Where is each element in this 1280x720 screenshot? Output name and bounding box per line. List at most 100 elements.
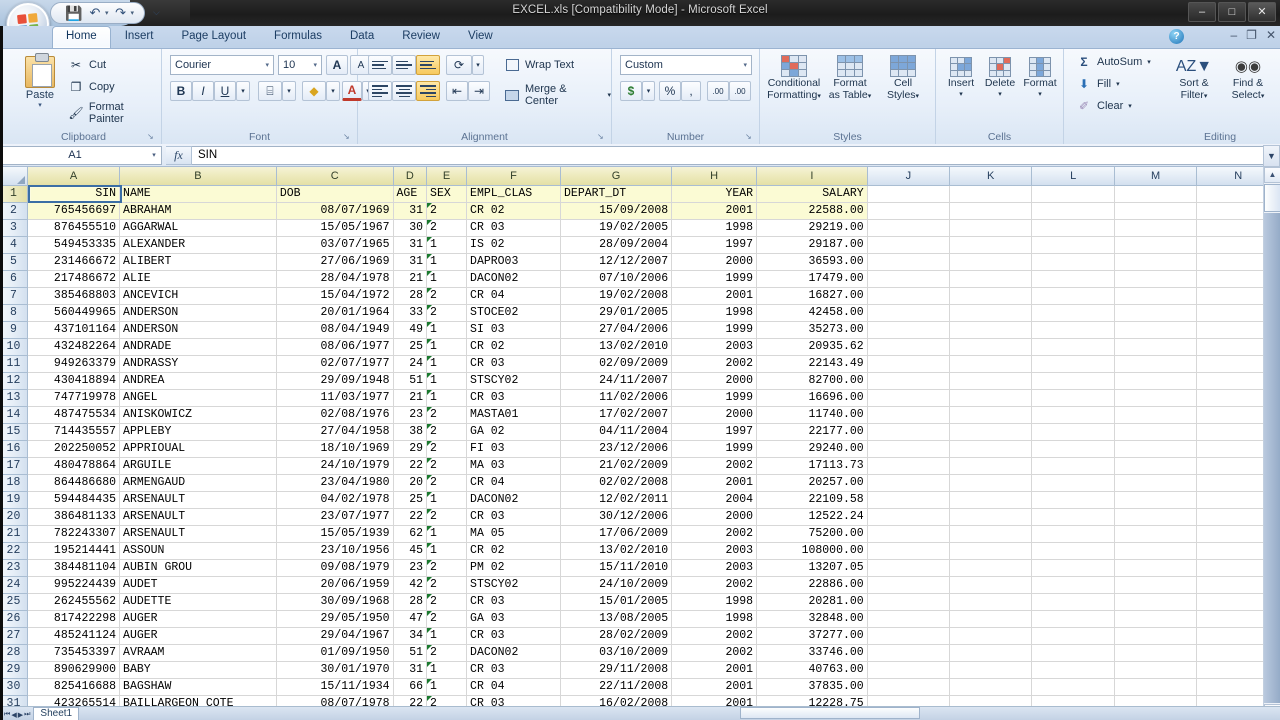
cell-salary-7[interactable]: 16827.00 [756,287,868,305]
row-header-5[interactable]: 5 [0,253,28,271]
cell-age-11[interactable]: 24 [393,355,428,373]
cell-L[interactable] [1031,440,1115,458]
cell-M[interactable] [1114,270,1198,288]
currency-button[interactable]: $ [620,81,642,101]
cell-empl-6[interactable]: DACON02 [466,270,562,288]
cell-L[interactable] [1031,542,1115,560]
cell-salary-24[interactable]: 22886.00 [756,576,868,594]
orientation-dropdown-icon[interactable]: ▾ [472,55,484,75]
cell-J[interactable] [867,542,951,560]
cell-L[interactable] [1031,559,1115,577]
cell-K[interactable] [949,219,1033,237]
row-header-18[interactable]: 18 [0,474,28,492]
cell-sin-29[interactable]: 890629900 [27,661,121,679]
cell-sin-13[interactable]: 747719978 [27,389,121,407]
cell-sex-23[interactable]: 2 [426,559,468,577]
cell-M[interactable] [1114,219,1198,237]
cell-empl-4[interactable]: IS 02 [466,236,562,254]
cell-sex-15[interactable]: 2 [426,423,468,441]
row-header-12[interactable]: 12 [0,372,28,390]
cell-sex-24[interactable]: 2 [426,576,468,594]
cell-J[interactable] [867,270,951,288]
tab-formulas[interactable]: Formulas [260,26,336,48]
cell-J[interactable] [867,457,951,475]
cell-depart-29[interactable]: 29/11/2008 [560,661,673,679]
cell-name-14[interactable]: ANISKOWICZ [119,406,277,424]
cell-M[interactable] [1114,440,1198,458]
cell-dob-6[interactable]: 28/04/1978 [276,270,394,288]
cell-empl-26[interactable]: GA 03 [466,610,562,628]
cell-L[interactable] [1031,491,1115,509]
cell-year-22[interactable]: 2003 [671,542,758,560]
cell-sex-6[interactable]: 1 [426,270,468,288]
cell-age-7[interactable]: 28 [393,287,428,305]
cell-L[interactable] [1031,304,1115,322]
cell-depart-27[interactable]: 28/02/2009 [560,627,673,645]
cell-age-15[interactable]: 38 [393,423,428,441]
cell-salary-9[interactable]: 35273.00 [756,321,868,339]
cell-depart-13[interactable]: 11/02/2006 [560,389,673,407]
column-header-f[interactable]: F [466,167,562,186]
column-header-c[interactable]: C [276,167,394,186]
header-cell-I1[interactable]: SALARY [756,185,868,203]
maximize-button[interactable]: □ [1218,2,1246,22]
cell-depart-30[interactable]: 22/11/2008 [560,678,673,696]
cell-salary-25[interactable]: 20281.00 [756,593,868,611]
undo-dropdown-icon[interactable]: ▾ [105,9,109,17]
cell-year-21[interactable]: 2002 [671,525,758,543]
cell-depart-7[interactable]: 19/02/2008 [560,287,673,305]
cell-age-13[interactable]: 21 [393,389,428,407]
font-size-combo[interactable]: 10 ▾ [278,55,322,75]
cell-year-18[interactable]: 2001 [671,474,758,492]
cell-K[interactable] [949,627,1033,645]
row-header-27[interactable]: 27 [0,627,28,645]
cell-dob-24[interactable]: 20/06/1959 [276,576,394,594]
cell-sin-4[interactable]: 549453335 [27,236,121,254]
cell-K[interactable] [949,287,1033,305]
cell-dob-11[interactable]: 02/07/1977 [276,355,394,373]
column-header-j[interactable]: J [867,167,951,186]
cell-K[interactable] [949,678,1033,696]
insert-cells-dropdown-icon[interactable]: ▾ [942,89,980,101]
cell-K[interactable] [949,491,1033,509]
cell-age-3[interactable]: 30 [393,219,428,237]
customize-qat-icon[interactable]: ⌵ [153,7,160,18]
cell-L[interactable] [1031,185,1115,203]
sheet-tab-sheet1[interactable]: Sheet1 [33,707,80,720]
cell-K[interactable] [949,440,1033,458]
cell-M[interactable] [1114,525,1198,543]
cell-J[interactable] [867,474,951,492]
row-header-13[interactable]: 13 [0,389,28,407]
cell-empl-27[interactable]: CR 03 [466,627,562,645]
tab-home[interactable]: Home [52,26,111,48]
cell-year-25[interactable]: 1998 [671,593,758,611]
cell-year-4[interactable]: 1997 [671,236,758,254]
cell-sin-2[interactable]: 765456697 [27,202,121,220]
row-header-16[interactable]: 16 [0,440,28,458]
cell-L[interactable] [1031,355,1115,373]
cell-empl-5[interactable]: DAPRO03 [466,253,562,271]
cell-empl-25[interactable]: CR 03 [466,593,562,611]
alignment-dialog-launcher-icon[interactable]: ↘ [597,132,607,142]
align-center-button[interactable] [392,81,416,101]
column-header-d[interactable]: D [393,167,428,186]
cell-dob-16[interactable]: 18/10/1969 [276,440,394,458]
cell-dob-15[interactable]: 27/04/1958 [276,423,394,441]
cell-M[interactable] [1114,202,1198,220]
align-middle-button[interactable] [392,55,416,75]
conditional-formatting-dropdown-icon[interactable]: ▾ [817,93,821,100]
row-header-25[interactable]: 25 [0,593,28,611]
cell-L[interactable] [1031,253,1115,271]
font-dialog-launcher-icon[interactable]: ↘ [343,132,353,142]
cell-name-26[interactable]: AUGER [119,610,277,628]
cell-empl-18[interactable]: CR 04 [466,474,562,492]
cell-sin-25[interactable]: 262455562 [27,593,121,611]
cell-age-21[interactable]: 62 [393,525,428,543]
cell-L[interactable] [1031,338,1115,356]
cell-age-4[interactable]: 31 [393,236,428,254]
cell-L[interactable] [1031,508,1115,526]
sort-filter-button[interactable]: A​Z▼ Sort & Filter▾ [1168,57,1220,103]
cell-age-24[interactable]: 42 [393,576,428,594]
cell-age-2[interactable]: 31 [393,202,428,220]
cell-L[interactable] [1031,202,1115,220]
